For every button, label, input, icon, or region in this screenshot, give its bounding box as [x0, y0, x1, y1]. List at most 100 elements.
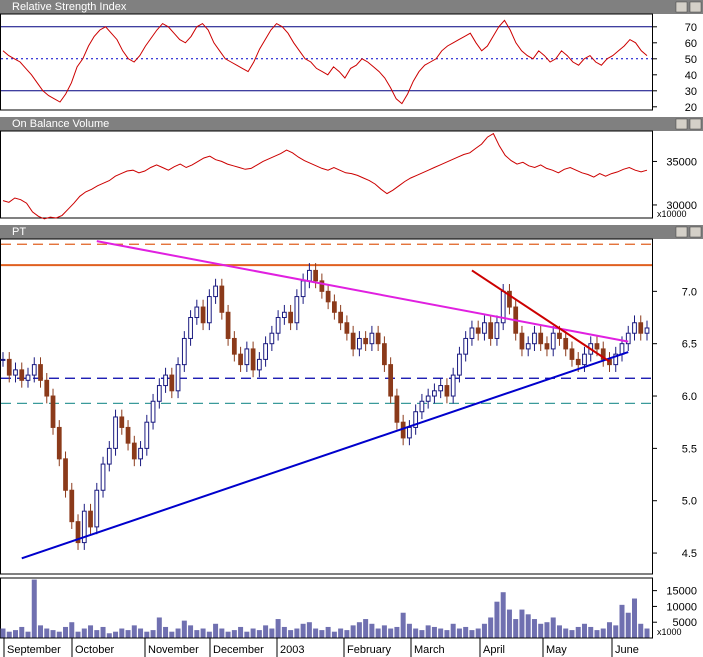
price-candle-body — [457, 353, 462, 376]
volume-bar — [163, 626, 169, 638]
volume-bar — [356, 622, 362, 638]
volume-bar — [156, 617, 162, 638]
volume-bar — [188, 625, 194, 638]
volume-bar — [150, 630, 156, 638]
x-axis-tick-label: February — [347, 644, 392, 656]
obv-scale-note: x10000 — [657, 209, 687, 219]
volume-bar — [563, 628, 569, 638]
price-candle-body — [325, 290, 331, 303]
volume-bar — [456, 628, 462, 638]
price-candle-body — [463, 337, 469, 355]
price-candle-body — [419, 400, 425, 413]
volume-bar — [500, 592, 506, 638]
price-tick-label: 6.0 — [682, 391, 697, 403]
rsi-tick-label: 30 — [685, 86, 697, 98]
volume-bar — [244, 631, 250, 638]
price-candle-body — [638, 322, 644, 334]
price-panel: 4.5 5.0 5.5 6.0 6.5 7.0 — [0, 225, 703, 575]
price-candle-body — [275, 317, 281, 334]
price-candle-body — [475, 327, 481, 334]
rsi-plot-area — [0, 13, 653, 111]
price-candle-body — [181, 337, 187, 366]
rsi-title: Relative Strength Index — [12, 1, 127, 13]
rsi-tick-label: 40 — [685, 70, 697, 82]
price-candle-body — [100, 463, 106, 491]
volume-bar — [138, 628, 144, 638]
volume-bar — [431, 626, 437, 638]
price-candle-body — [156, 385, 162, 402]
volume-bar — [363, 619, 369, 638]
volume-tick-label: 10000 — [666, 601, 697, 613]
price-candle-body — [357, 337, 362, 350]
volume-bar — [300, 623, 306, 638]
price-candle-body — [106, 447, 112, 465]
price-close-button — [689, 226, 702, 238]
price-candle-body — [538, 332, 544, 345]
volume-bar — [606, 622, 612, 638]
rsi-panel: 20 30 40 50 60 70 — [0, 0, 703, 114]
price-candle-body — [644, 327, 650, 334]
price-candle-body — [525, 343, 531, 350]
volume-bar — [250, 628, 256, 638]
volume-bar — [419, 630, 425, 638]
x-axis-tick-label: December — [213, 644, 264, 656]
volume-bar — [331, 631, 337, 638]
volume-bar — [25, 631, 31, 638]
volume-bar — [613, 625, 619, 638]
price-candle-body — [63, 458, 68, 491]
volume-bar — [600, 628, 606, 638]
price-candle-body — [563, 337, 569, 350]
price-candle-body — [238, 353, 243, 366]
price-candle-body — [306, 269, 312, 282]
volume-bar — [350, 625, 356, 638]
price-candle-body — [550, 332, 556, 350]
price-candle-body — [519, 332, 525, 350]
volume-bar — [181, 620, 187, 638]
price-candle-body — [213, 285, 218, 298]
price-candle-body — [450, 374, 456, 397]
rsi-tick-label: 70 — [685, 22, 697, 34]
volume-bar — [525, 614, 531, 638]
volume-bar — [125, 630, 131, 638]
volume-bar — [581, 623, 587, 638]
volume-bar — [131, 625, 137, 638]
price-candle-body — [425, 395, 431, 402]
volume-bar — [19, 626, 25, 638]
volume-bar — [100, 626, 106, 638]
volume-panel: 50001000015000 — [0, 577, 697, 639]
x-axis-tick-label: September — [7, 644, 61, 656]
price-candle-body — [163, 374, 168, 387]
volume-bar — [619, 604, 625, 638]
price-tick-label: 6.5 — [682, 339, 697, 351]
price-candle-body — [632, 322, 637, 334]
price-candle-body — [88, 510, 93, 528]
volume-bar — [588, 626, 594, 638]
x-axis-tick-label: March — [414, 644, 445, 656]
volume-bar — [425, 625, 431, 638]
x-axis-tick-label: April — [483, 644, 505, 656]
price-candle-body — [200, 306, 206, 324]
volume-bar — [444, 630, 450, 638]
volume-bar — [625, 612, 631, 638]
volume-bar — [194, 630, 200, 638]
price-candle-body — [575, 358, 581, 366]
rsi-restore-button — [675, 1, 688, 13]
price-candle-body — [369, 332, 375, 345]
price-candle-body — [69, 489, 75, 523]
volume-bar — [175, 628, 181, 638]
volume-bar — [88, 625, 94, 638]
price-candle-body — [394, 395, 400, 423]
volume-bar — [81, 628, 87, 638]
x-axis-tick-label: 2003 — [280, 644, 304, 656]
price-candle-body — [494, 322, 500, 339]
volume-bar — [644, 628, 650, 638]
price-candle-body — [482, 322, 487, 334]
price-candle-body — [6, 358, 12, 376]
price-candle-body — [0, 358, 6, 361]
volume-bar — [50, 630, 56, 638]
volume-bar — [506, 609, 512, 638]
volume-bar — [438, 628, 444, 638]
price-candle-body — [363, 337, 369, 345]
price-candle-body — [281, 311, 287, 319]
volume-bar — [513, 619, 519, 638]
